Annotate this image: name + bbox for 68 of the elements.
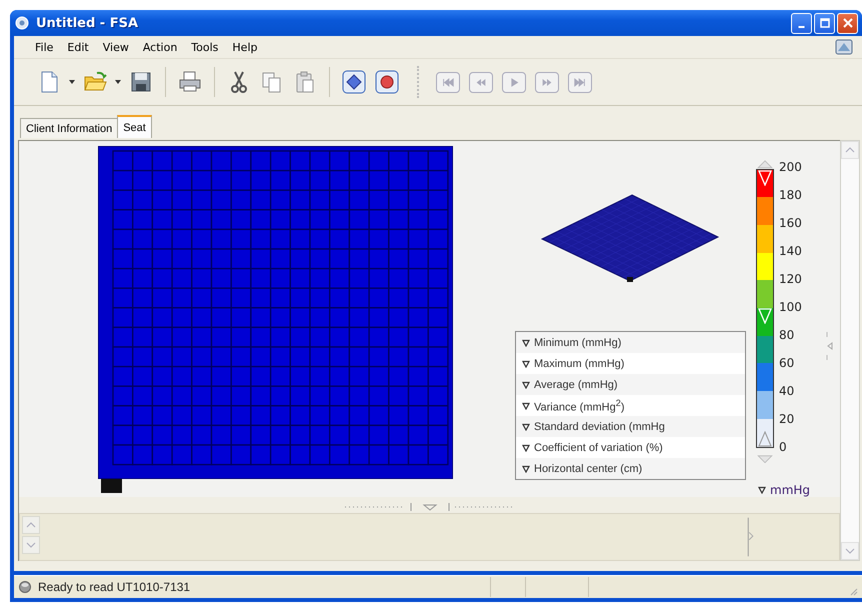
statistic-label: Coefficient of variation (%) [534,442,663,454]
close-icon [842,18,852,28]
tick-label: 80 [779,328,796,342]
menu-item[interactable]: Help [225,38,264,56]
arrow-up-icon [756,160,774,168]
skip-forward-icon [573,76,587,88]
statistic-label: Variance (mmHg$^{2}$) [534,398,624,414]
maximize-icon [820,18,830,28]
splitter-grip-icon[interactable] [344,503,514,511]
origin-marker-icon [101,479,122,493]
caret-icon [69,80,75,84]
triangle-icon[interactable] [522,360,530,368]
unit-label: mmHg [770,483,810,497]
collapse-handle-icon[interactable] [826,331,834,361]
app-logo-icon [834,37,854,57]
tick-label: 200 [779,160,802,174]
record-icon [375,70,399,94]
arrow-down-icon [756,454,774,463]
tab[interactable]: Client Information [20,118,118,138]
statistic-label: Maximum (mmHg) [534,358,624,370]
menu-item[interactable]: Edit [60,38,96,56]
statistic-label: Standard deviation (mmHg [534,420,665,432]
chevron-down-icon [845,548,855,554]
tab[interactable]: Seat [117,115,152,138]
triangle-icon[interactable] [522,444,530,452]
tick-label: 40 [779,384,796,398]
chevron-down-icon [26,542,36,548]
maximize-button[interactable] [814,12,835,34]
tick-label: 100 [779,300,802,314]
status-light-icon [18,580,32,594]
triangle-icon[interactable] [522,402,530,410]
menu-item[interactable]: File [28,38,60,56]
triangle-icon[interactable] [522,338,530,346]
triangle-icon[interactable] [522,464,530,472]
tick-label: 120 [779,272,802,286]
caret-icon [115,80,121,84]
close-button[interactable] [837,12,858,34]
fast-forward-icon [540,76,554,88]
window-title: Untitled - FSA [36,16,140,30]
triangle-icon [758,486,766,494]
menu-item[interactable]: Tools [184,38,226,56]
tick-label: 160 [779,216,802,230]
scroll-up-button[interactable] [841,141,859,159]
statistic-label: Average (mmHg) [534,378,618,390]
statistic-label: Horizontal center (cm) [534,462,642,474]
menu-item[interactable]: View [96,38,136,56]
tick-label: 0 [779,440,788,454]
chevron-up-icon [845,147,855,153]
tick-label: 140 [779,244,802,258]
triangle-icon[interactable] [522,380,530,388]
rewind-icon [474,76,488,88]
vertical-scrollbar[interactable] [840,140,860,561]
minimize-icon [798,26,805,28]
tick-label: 60 [779,356,796,370]
status-text: Ready to read UT1010-7131 [38,580,192,594]
slider-handle[interactable] [758,430,772,446]
scroll-down-button[interactable] [841,542,859,560]
menu-item[interactable]: Action [136,38,184,56]
tick-label: 20 [779,412,796,426]
chevron-up-icon [26,522,36,528]
skip-back-icon [441,76,455,88]
printer-icon [178,70,202,94]
minimize-button[interactable] [791,12,812,34]
statistic-label: Minimum (mmHg) [534,336,622,348]
resize-grip-icon[interactable] [848,586,858,596]
app-icon [14,15,30,31]
tick-label: 180 [779,188,802,202]
triangle-icon[interactable] [522,422,530,430]
